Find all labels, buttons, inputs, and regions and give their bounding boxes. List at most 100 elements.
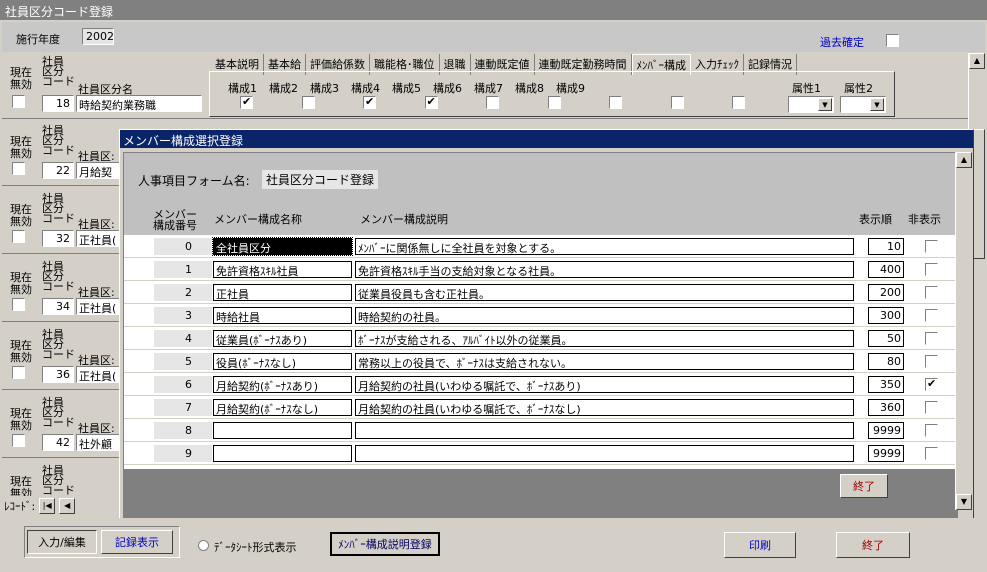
- code-field[interactable]: 22: [42, 162, 74, 179]
- print-button[interactable]: 印刷: [724, 532, 796, 558]
- attr2-select[interactable]: ▼: [840, 96, 886, 113]
- member-desc-field[interactable]: 従業員役員も含む正社員。: [355, 284, 854, 301]
- member-order-field[interactable]: 400: [868, 261, 904, 278]
- member-name-field[interactable]: 全社員区分: [212, 237, 353, 256]
- hidden-checkbox[interactable]: [925, 447, 938, 460]
- member-desc-field[interactable]: 時給契約の社員。: [355, 307, 854, 324]
- prev-record-icon[interactable]: ◀: [59, 498, 76, 514]
- member-name-field[interactable]: 正社員: [213, 284, 352, 301]
- record-block-7: 現在 無効 社員 区分 コード: [2, 460, 120, 496]
- hidden-checkbox[interactable]: [925, 263, 938, 276]
- member-order-field[interactable]: 300: [868, 307, 904, 324]
- scroll-down-icon[interactable]: ▼: [956, 494, 972, 510]
- table-row: 1 免許資格ｽｷﾙ社員 免許資格ｽｷﾙ手当の支給対象となる社員。 400: [124, 258, 958, 281]
- cat-name-field[interactable]: 月給契: [76, 162, 122, 179]
- member-name-field[interactable]: 役員(ﾎﾞｰﾅｽなし): [213, 353, 352, 370]
- member-checkbox-3[interactable]: [363, 95, 376, 109]
- member-name-field[interactable]: [213, 422, 352, 439]
- member-label: 構成1: [228, 82, 257, 95]
- invalid-checkbox[interactable]: [12, 162, 25, 175]
- table-row: 2 正社員 従業員役員も含む正社員。 200: [124, 281, 958, 304]
- hidden-checkbox[interactable]: [925, 240, 938, 253]
- record-view-button[interactable]: 記録表示: [101, 530, 173, 554]
- member-checkbox-2[interactable]: [301, 96, 315, 109]
- member-name-field[interactable]: 従業員(ﾎﾞｰﾅｽあり): [213, 330, 352, 347]
- member-order-field[interactable]: 80: [868, 353, 904, 370]
- member-checkbox-4[interactable]: [424, 95, 438, 109]
- member-name-field[interactable]: 免許資格ｽｷﾙ社員: [213, 261, 352, 278]
- cat-name-field[interactable]: 時給契約業務職: [76, 95, 202, 112]
- current-invalid-label: 現在 無効: [10, 407, 32, 432]
- dialog-vscroll[interactable]: ▲ ▼: [955, 152, 972, 510]
- invalid-checkbox[interactable]: [12, 434, 25, 447]
- member-desc-field[interactable]: ﾎﾞｰﾅｽが支給される、ｱﾙﾊﾞｲﾄ以外の従業員。: [355, 330, 854, 347]
- chevron-down-icon[interactable]: ▼: [870, 98, 884, 111]
- hidden-checkbox[interactable]: [925, 377, 938, 391]
- member-name-field[interactable]: 時給社員: [213, 307, 352, 324]
- cat-name-field[interactable]: 社外顧: [76, 434, 122, 451]
- member-desc-field[interactable]: ﾒﾝﾊﾞｰに関係無しに全社員を対象とする。: [355, 238, 854, 255]
- member-order-field[interactable]: 50: [868, 330, 904, 347]
- hidden-checkbox[interactable]: [925, 286, 938, 299]
- year-field[interactable]: 2002: [82, 28, 114, 45]
- hidden-checkbox[interactable]: [925, 355, 938, 368]
- member-checkbox-1[interactable]: [240, 95, 253, 109]
- hidden-checkbox[interactable]: [925, 424, 938, 437]
- member-order-field[interactable]: 360: [868, 399, 904, 416]
- member-desc-field[interactable]: [355, 445, 854, 462]
- member-name-field[interactable]: [213, 445, 352, 462]
- code-header: 社員 区分 コード: [42, 55, 75, 88]
- code-field[interactable]: 32: [42, 230, 74, 247]
- member-checkbox-7[interactable]: [609, 96, 622, 109]
- close-button[interactable]: 終了: [836, 532, 910, 558]
- scroll-up-icon[interactable]: ▲: [969, 53, 985, 69]
- member-checkbox-8[interactable]: [670, 96, 684, 109]
- record-block-2: 現在 無効 社員 区分 コード 社員区: 22 月給契: [2, 120, 122, 186]
- hidden-checkbox[interactable]: [925, 309, 938, 322]
- cat-name-field[interactable]: 正社員(: [76, 298, 122, 315]
- dialog-close-button[interactable]: 終了: [840, 474, 888, 498]
- input-edit-button[interactable]: 入力/編集: [27, 530, 97, 554]
- member-order-field[interactable]: 350: [868, 376, 904, 393]
- member-order-field[interactable]: 9999: [868, 422, 904, 439]
- invalid-checkbox[interactable]: [12, 366, 25, 379]
- member-order-field[interactable]: 200: [868, 284, 904, 301]
- cat-name-field[interactable]: 正社員(: [76, 230, 122, 247]
- member-checkbox-9[interactable]: [732, 96, 745, 109]
- code-field[interactable]: 42: [42, 434, 74, 451]
- invalid-checkbox[interactable]: [12, 230, 25, 243]
- hidden-checkbox[interactable]: [925, 401, 938, 414]
- datasheet-radio[interactable]: [198, 540, 209, 551]
- scroll-up-icon[interactable]: ▲: [956, 152, 972, 168]
- attr1-select[interactable]: ▼: [788, 96, 834, 113]
- member-desc-field[interactable]: 免許資格ｽｷﾙ手当の支給対象となる社員。: [355, 261, 854, 278]
- table-row: 5 役員(ﾎﾞｰﾅｽなし) 常務以上の役員で、ﾎﾞｰﾅｽは支給されない。 80: [124, 350, 958, 373]
- cat-name-field[interactable]: 正社員(: [76, 366, 122, 383]
- member-name-field[interactable]: 月給契約(ﾎﾞｰﾅｽなし): [213, 399, 352, 416]
- invalid-checkbox[interactable]: [12, 95, 25, 108]
- member-desc-field[interactable]: 常務以上の役員で、ﾎﾞｰﾅｽは支給されない。: [355, 353, 854, 370]
- past-confirm-checkbox[interactable]: [886, 34, 899, 47]
- member-label: 構成9: [556, 82, 585, 95]
- member-checkbox-6[interactable]: [547, 96, 561, 109]
- code-field[interactable]: 18: [42, 95, 74, 112]
- code-field[interactable]: 34: [42, 298, 74, 315]
- invalid-checkbox[interactable]: [12, 298, 25, 311]
- member-label: 構成2: [269, 82, 298, 95]
- member-desc-field[interactable]: [355, 422, 854, 439]
- member-desc-field[interactable]: 月給契約の社員(いわゆる嘱託で、ﾎﾞｰﾅｽあり): [355, 376, 854, 393]
- member-tab-panel: 構成1 構成2 構成3 構成4 構成5 構成6 構成7 構成8 構成9 属性1 …: [209, 71, 895, 117]
- datasheet-label: ﾃﾞｰﾀｼｰﾄ形式表示: [214, 541, 297, 554]
- member-desc-button[interactable]: ﾒﾝﾊﾞｰ構成説明登録: [330, 532, 440, 556]
- chevron-down-icon[interactable]: ▼: [818, 98, 832, 111]
- member-name-field[interactable]: 月給契約(ﾎﾞｰﾅｽあり): [213, 376, 352, 393]
- member-no: 7: [154, 399, 212, 416]
- member-checkbox-5[interactable]: [486, 96, 499, 109]
- hidden-checkbox[interactable]: [925, 332, 938, 345]
- member-order-field[interactable]: 9999: [868, 445, 904, 462]
- first-record-icon[interactable]: |◀: [39, 498, 56, 514]
- member-order-field[interactable]: 10: [868, 238, 904, 255]
- member-desc-field[interactable]: 月給契約の社員(いわゆる嘱託で、ﾎﾞｰﾅｽなし): [355, 399, 854, 416]
- code-field[interactable]: 36: [42, 366, 74, 383]
- member-no: 5: [154, 353, 212, 370]
